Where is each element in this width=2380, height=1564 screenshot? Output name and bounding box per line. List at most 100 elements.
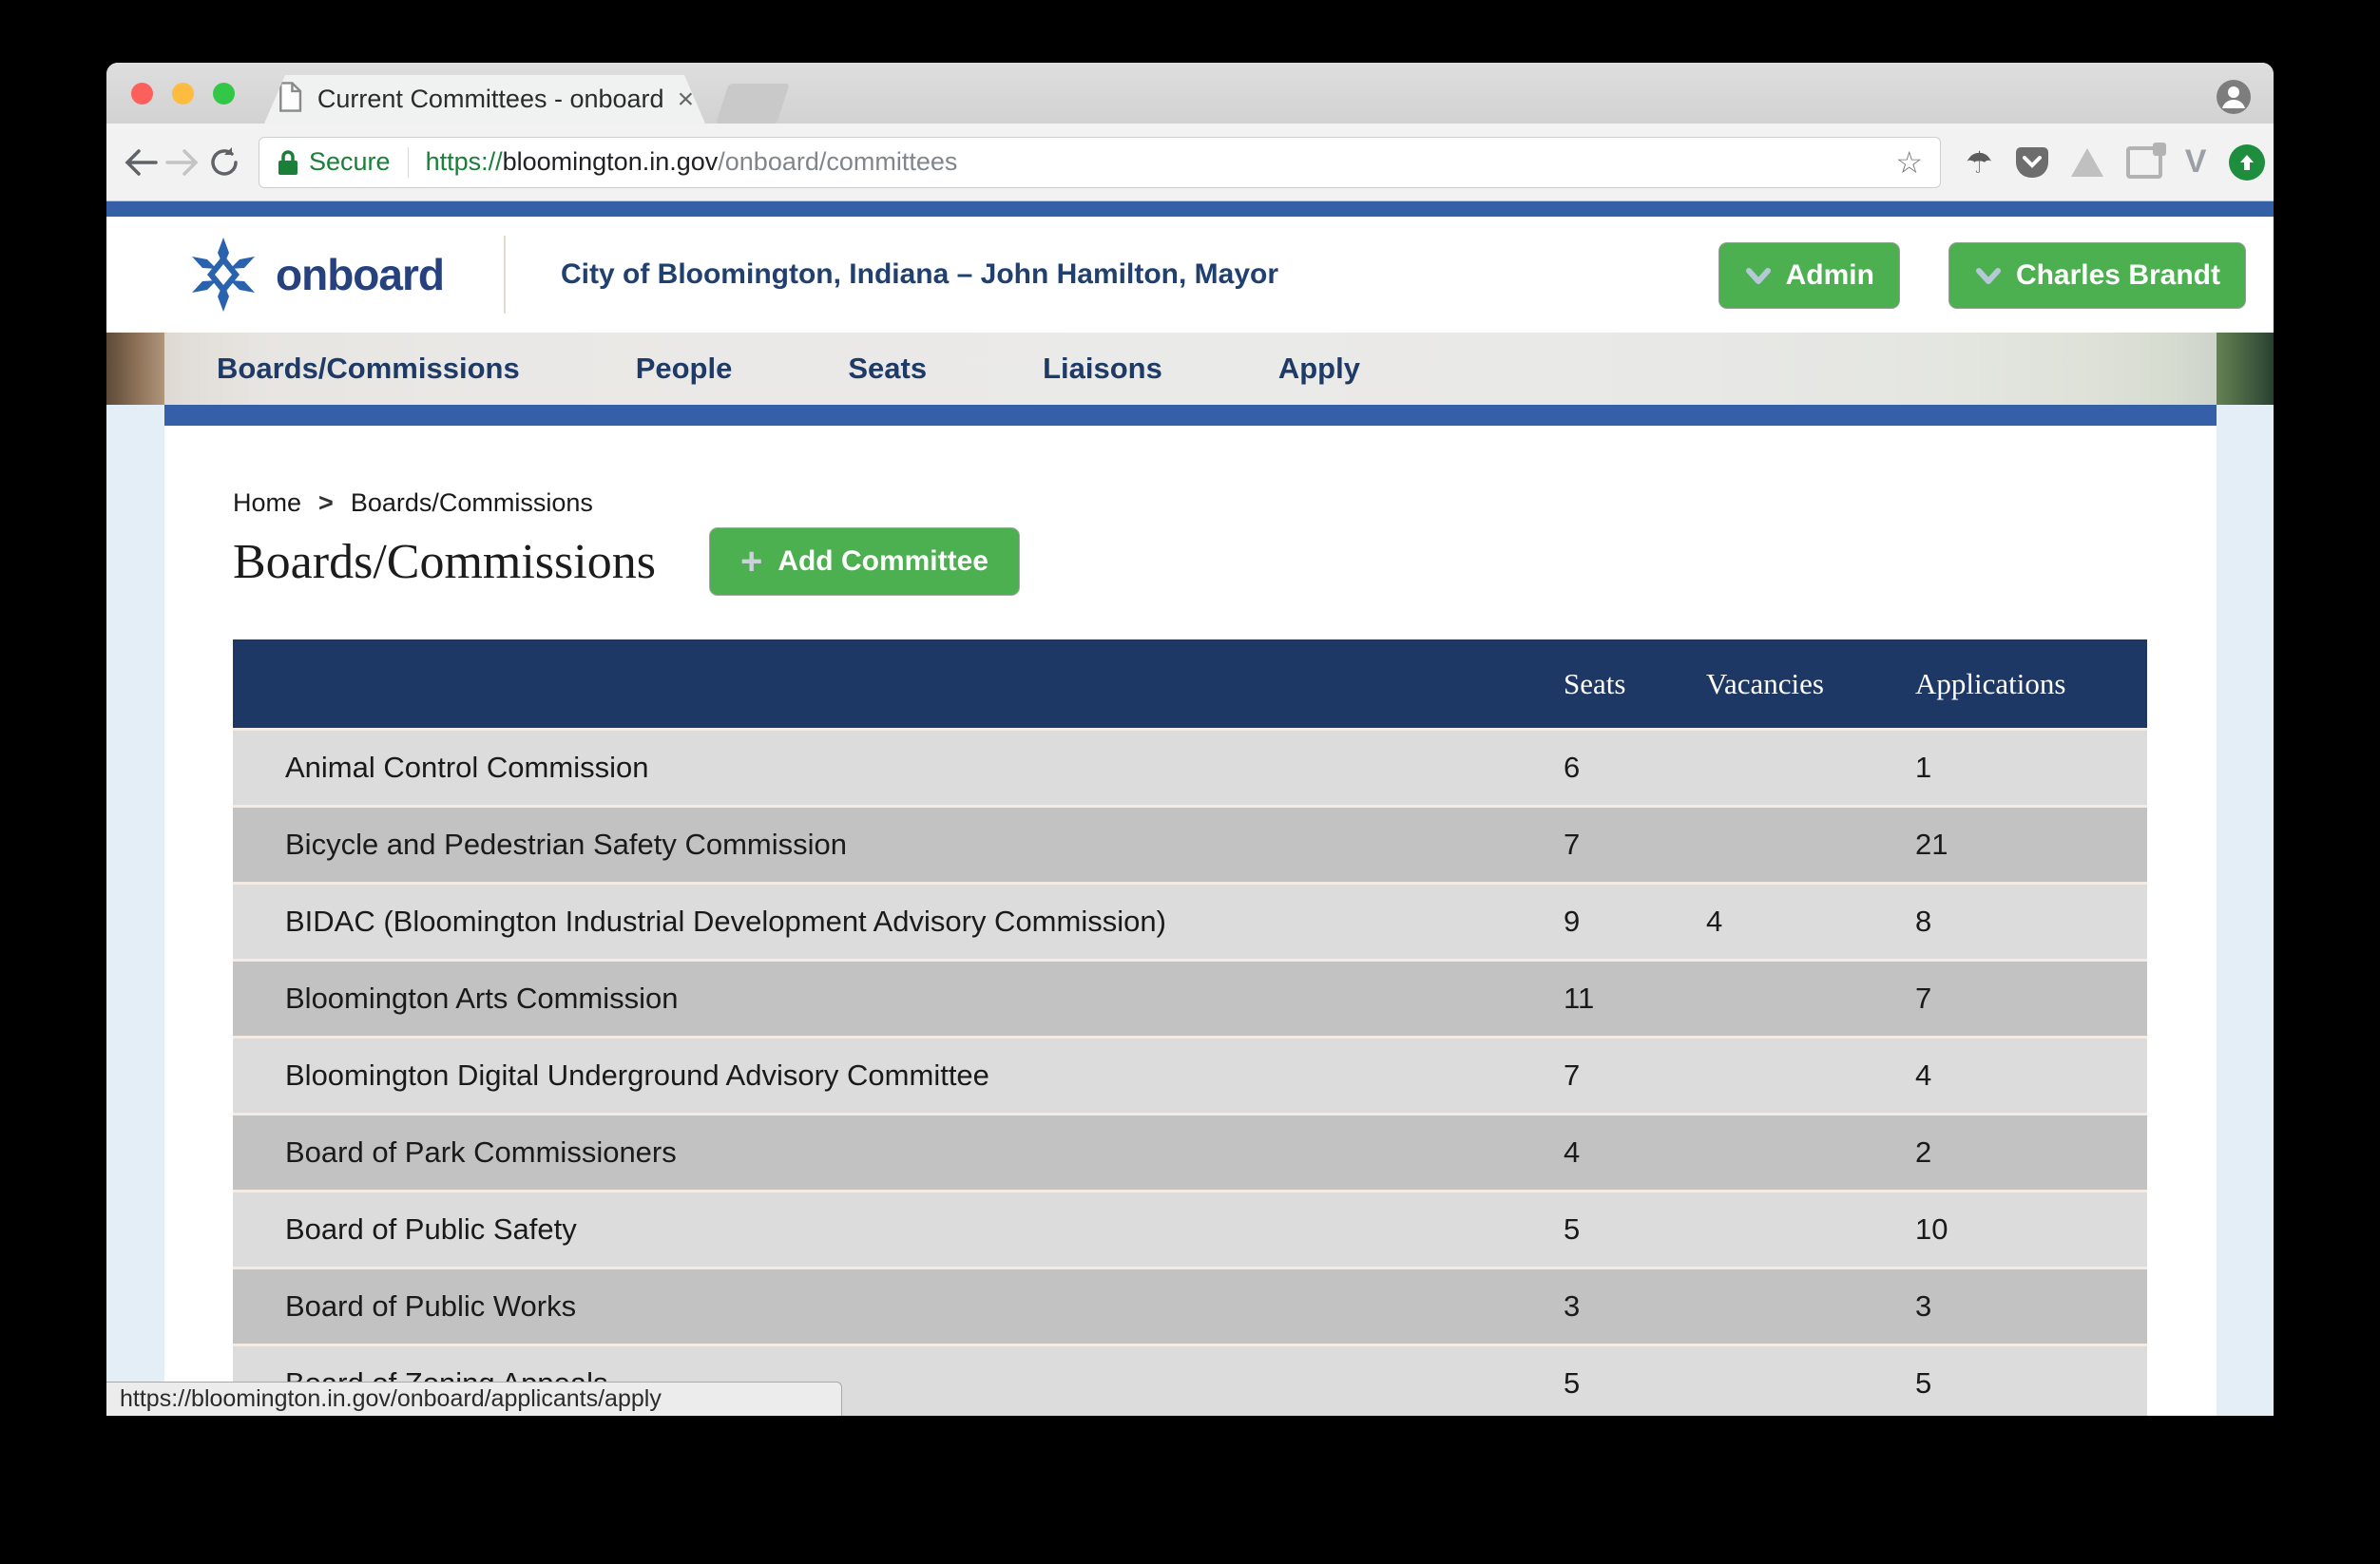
tab-bar: Current Committees - onboard × xyxy=(106,63,2274,124)
user-menu-button[interactable]: Charles Brandt xyxy=(1948,242,2246,309)
logo-wordmark: onboard xyxy=(276,250,445,299)
capture-extension-icon[interactable] xyxy=(2125,142,2166,179)
committee-name-link[interactable]: Board of Public Works xyxy=(233,1289,1564,1324)
committee-name-link[interactable]: BIDAC (Bloomington Industrial Developmen… xyxy=(233,905,1564,939)
banner-photo: Boards/Commissions People Seats Liaisons… xyxy=(106,333,2274,405)
breadcrumb-home-link[interactable]: Home xyxy=(233,488,301,518)
seats-value: 4 xyxy=(1564,1135,1581,1169)
drive-extension-icon[interactable] xyxy=(2070,147,2103,177)
user-menu-label: Charles Brandt xyxy=(2015,259,2220,291)
title-row: Boards/Commissions + Add Committee xyxy=(233,527,2147,596)
site-title: City of Bloomington, Indiana – John Hami… xyxy=(561,258,1279,290)
applications-value: 2 xyxy=(1915,1135,1932,1169)
page-favicon-icon xyxy=(276,81,304,118)
site-logo[interactable]: onboard xyxy=(190,217,445,333)
applications-value: 21 xyxy=(1915,828,1948,861)
breadcrumb: Home > Boards/Commissions xyxy=(233,426,2147,518)
applications-value: 7 xyxy=(1915,982,1932,1015)
browser-profile-avatar[interactable] xyxy=(2217,80,2251,114)
chevron-down-icon xyxy=(1745,268,1771,284)
site-header: onboard City of Bloomington, Indiana – J… xyxy=(106,217,2274,333)
pocket-extension-icon[interactable] xyxy=(2015,146,2048,178)
nav-underline-row xyxy=(106,405,2274,426)
browser-window: Current Committees - onboard × Secure ht… xyxy=(106,63,2274,1416)
url-path: /onboard/committees xyxy=(718,147,958,176)
update-extension-icon[interactable] xyxy=(2229,143,2266,181)
table-row[interactable]: Bloomington Digital Underground Advisory… xyxy=(233,1036,2147,1113)
seats-value: 9 xyxy=(1564,905,1581,938)
browser-tab[interactable]: Current Committees - onboard × xyxy=(264,75,705,124)
committee-name-link[interactable]: Bloomington Arts Commission xyxy=(233,982,1564,1016)
add-committee-button[interactable]: + Add Committee xyxy=(708,527,1020,596)
address-bar[interactable]: Secure https://bloomington.in.gov/onboar… xyxy=(259,136,1941,188)
reload-button[interactable] xyxy=(203,142,245,183)
table-row[interactable]: Board of Park Commissioners 4 2 xyxy=(233,1113,2147,1190)
nav-item-people[interactable]: People xyxy=(636,352,733,386)
forward-button[interactable] xyxy=(162,142,203,183)
table-row[interactable]: Board of Public Safety 5 10 xyxy=(233,1190,2147,1267)
omnibox-divider xyxy=(407,146,409,178)
tab-close-icon[interactable]: × xyxy=(678,86,695,114)
table-row[interactable]: BIDAC (Bloomington Industrial Developmen… xyxy=(233,882,2147,959)
nav-underline-bar xyxy=(164,405,2217,426)
extension-icons: ☂ V xyxy=(1966,142,2266,181)
header-buttons: Admin Charles Brandt xyxy=(1718,242,2246,309)
close-window-button[interactable] xyxy=(131,83,153,105)
vue-extension-icon[interactable]: V xyxy=(2185,143,2207,181)
committee-name-link[interactable]: Bicycle and Pedestrian Safety Commission xyxy=(233,828,1564,862)
applications-value: 3 xyxy=(1915,1289,1932,1323)
secure-indicator[interactable]: Secure xyxy=(277,147,391,177)
status-url-tooltip: https://bloomington.in.gov/onboard/appli… xyxy=(106,1382,842,1416)
minimize-window-button[interactable] xyxy=(172,83,194,105)
table-row[interactable]: Board of Public Works 3 3 xyxy=(233,1267,2147,1344)
zoom-window-button[interactable] xyxy=(213,83,235,105)
new-tab-button[interactable] xyxy=(716,84,790,124)
chevron-down-icon xyxy=(1975,268,2001,284)
content-container: Home > Boards/Commissions Boards/Commiss… xyxy=(164,426,2217,1416)
webpage-viewport: onboard City of Bloomington, Indiana – J… xyxy=(106,201,2274,1416)
table-row[interactable]: Animal Control Commission 6 1 xyxy=(233,728,2147,805)
applications-value: 5 xyxy=(1915,1366,1932,1400)
lock-icon xyxy=(278,149,298,175)
table-row[interactable]: Bloomington Arts Commission 11 7 xyxy=(233,959,2147,1036)
nav-item-seats[interactable]: Seats xyxy=(848,352,927,386)
secure-label: Secure xyxy=(309,147,391,176)
table-row[interactable]: Bicycle and Pedestrian Safety Commission… xyxy=(233,805,2147,882)
admin-menu-button[interactable]: Admin xyxy=(1718,242,1900,309)
committee-name-link[interactable]: Board of Park Commissioners xyxy=(233,1135,1564,1170)
seats-value: 6 xyxy=(1564,751,1581,784)
header-divider xyxy=(504,236,506,314)
applications-value: 8 xyxy=(1915,905,1932,938)
bookmark-star-icon[interactable]: ☆ xyxy=(1895,144,1923,181)
main-nav: Boards/Commissions People Seats Liaisons… xyxy=(164,333,2217,405)
seats-value: 11 xyxy=(1564,982,1595,1015)
snowflake-logo-icon xyxy=(192,238,255,312)
table-body: Animal Control Commission 6 1 Bicycle an… xyxy=(233,728,2147,1416)
admin-menu-label: Admin xyxy=(1785,259,1874,291)
seats-value: 5 xyxy=(1564,1212,1581,1246)
page-title: Boards/Commissions xyxy=(233,534,656,589)
applications-value: 1 xyxy=(1915,751,1932,784)
url-domain: bloomington.in.gov xyxy=(502,147,719,176)
vacancies-value: 4 xyxy=(1706,905,1723,938)
nav-item-apply[interactable]: Apply xyxy=(1278,352,1360,386)
nav-item-liaisons[interactable]: Liaisons xyxy=(1043,352,1162,386)
umbrella-extension-icon[interactable]: ☂ xyxy=(1966,144,1993,181)
tab-title: Current Committees - onboard xyxy=(317,85,664,113)
nav-item-boards-commissions[interactable]: Boards/Commissions xyxy=(217,352,520,386)
column-header-vacancies: Vacancies xyxy=(1706,666,1824,700)
column-header-seats: Seats xyxy=(1564,666,1626,700)
page-top-stripe xyxy=(106,201,2274,217)
seats-value: 3 xyxy=(1564,1289,1581,1323)
column-header-applications: Applications xyxy=(1915,666,2066,700)
committee-name-link[interactable]: Board of Public Safety xyxy=(233,1212,1564,1247)
committee-name-link[interactable]: Bloomington Digital Underground Advisory… xyxy=(233,1059,1564,1093)
back-button[interactable] xyxy=(120,142,162,183)
seats-value: 5 xyxy=(1564,1366,1581,1400)
applications-value: 10 xyxy=(1915,1212,1948,1246)
add-committee-label: Add Committee xyxy=(777,545,988,577)
breadcrumb-separator: > xyxy=(318,488,334,517)
committee-name-link[interactable]: Animal Control Commission xyxy=(233,751,1564,785)
seats-value: 7 xyxy=(1564,828,1581,861)
seats-value: 7 xyxy=(1564,1059,1581,1092)
